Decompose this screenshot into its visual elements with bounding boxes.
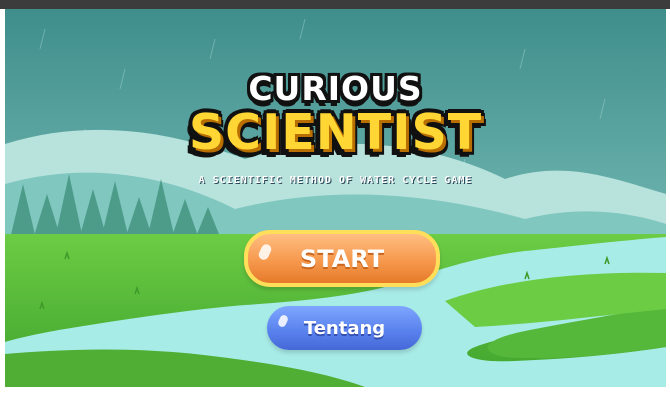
logo-curious: CURIOUS [248, 69, 423, 108]
start-button-label: START [299, 244, 385, 273]
game-subtitle: A SCIENTIFIC METHOD OF WATER CYCLE GAME [198, 175, 473, 186]
game-window: CURIOUS SCIENTIST A SCIENTIFIC METHOD OF… [0, 0, 670, 393]
about-button-label: Tentang [303, 317, 386, 339]
title-screen: CURIOUS SCIENTIST A SCIENTIFIC METHOD OF… [5, 9, 666, 387]
logo-scientist: SCIENTIST [188, 104, 483, 161]
button-shine-icon [257, 242, 273, 262]
button-shine-icon [276, 313, 290, 329]
start-button[interactable]: START [244, 230, 440, 287]
window-top-bar [0, 0, 670, 9]
about-button[interactable]: Tentang [267, 306, 422, 350]
